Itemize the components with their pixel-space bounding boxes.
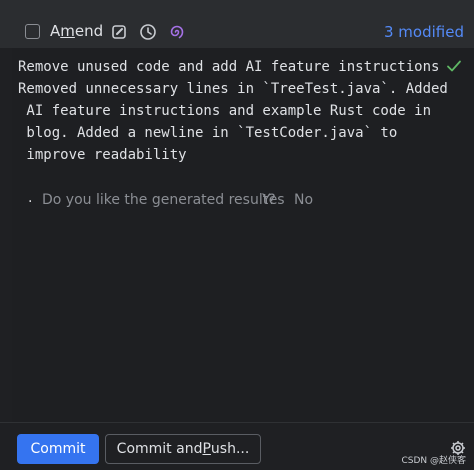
bullet: . (28, 190, 33, 206)
history-icon[interactable] (139, 23, 157, 41)
commit-line: blog. Added a newline in `TestCoder.java… (18, 125, 398, 141)
commit-line: AI feature instructions and example Rust… (18, 103, 432, 119)
checkmark-icon (447, 60, 461, 72)
modified-files-link[interactable]: 3 modified (384, 23, 464, 41)
amend-suffix: end (74, 22, 104, 40)
commit-message-text: Remove unused code and add AI feature in… (18, 56, 448, 166)
commit-push-mnemonic: P (202, 441, 211, 457)
commit-line: Removed unnecessary lines in `TreeTest.j… (18, 81, 448, 97)
edit-icon[interactable] (110, 23, 128, 41)
watermark: CSDN @赵侠客 (401, 456, 466, 466)
amend-checkbox[interactable] (25, 24, 40, 39)
commit-line: improve readability (18, 147, 187, 163)
amend-mnemonic: m (60, 22, 75, 40)
commit-push-prefix: Commit and (116, 441, 203, 457)
amend-label[interactable]: Amend (50, 22, 103, 40)
commit-push-suffix: ush... (210, 441, 250, 457)
feedback-yes-link[interactable]: Yes (262, 192, 285, 208)
ai-spiral-icon[interactable] (168, 23, 186, 41)
commit-line: Remove unused code and add AI feature in… (18, 59, 440, 75)
amend-prefix: A (50, 22, 61, 40)
feedback-question: Do you like the generated result? (42, 192, 276, 208)
commit-and-push-button[interactable]: Commit and Push... (105, 434, 261, 464)
feedback-no-link[interactable]: No (294, 192, 313, 208)
commit-button[interactable]: Commit (17, 434, 99, 464)
